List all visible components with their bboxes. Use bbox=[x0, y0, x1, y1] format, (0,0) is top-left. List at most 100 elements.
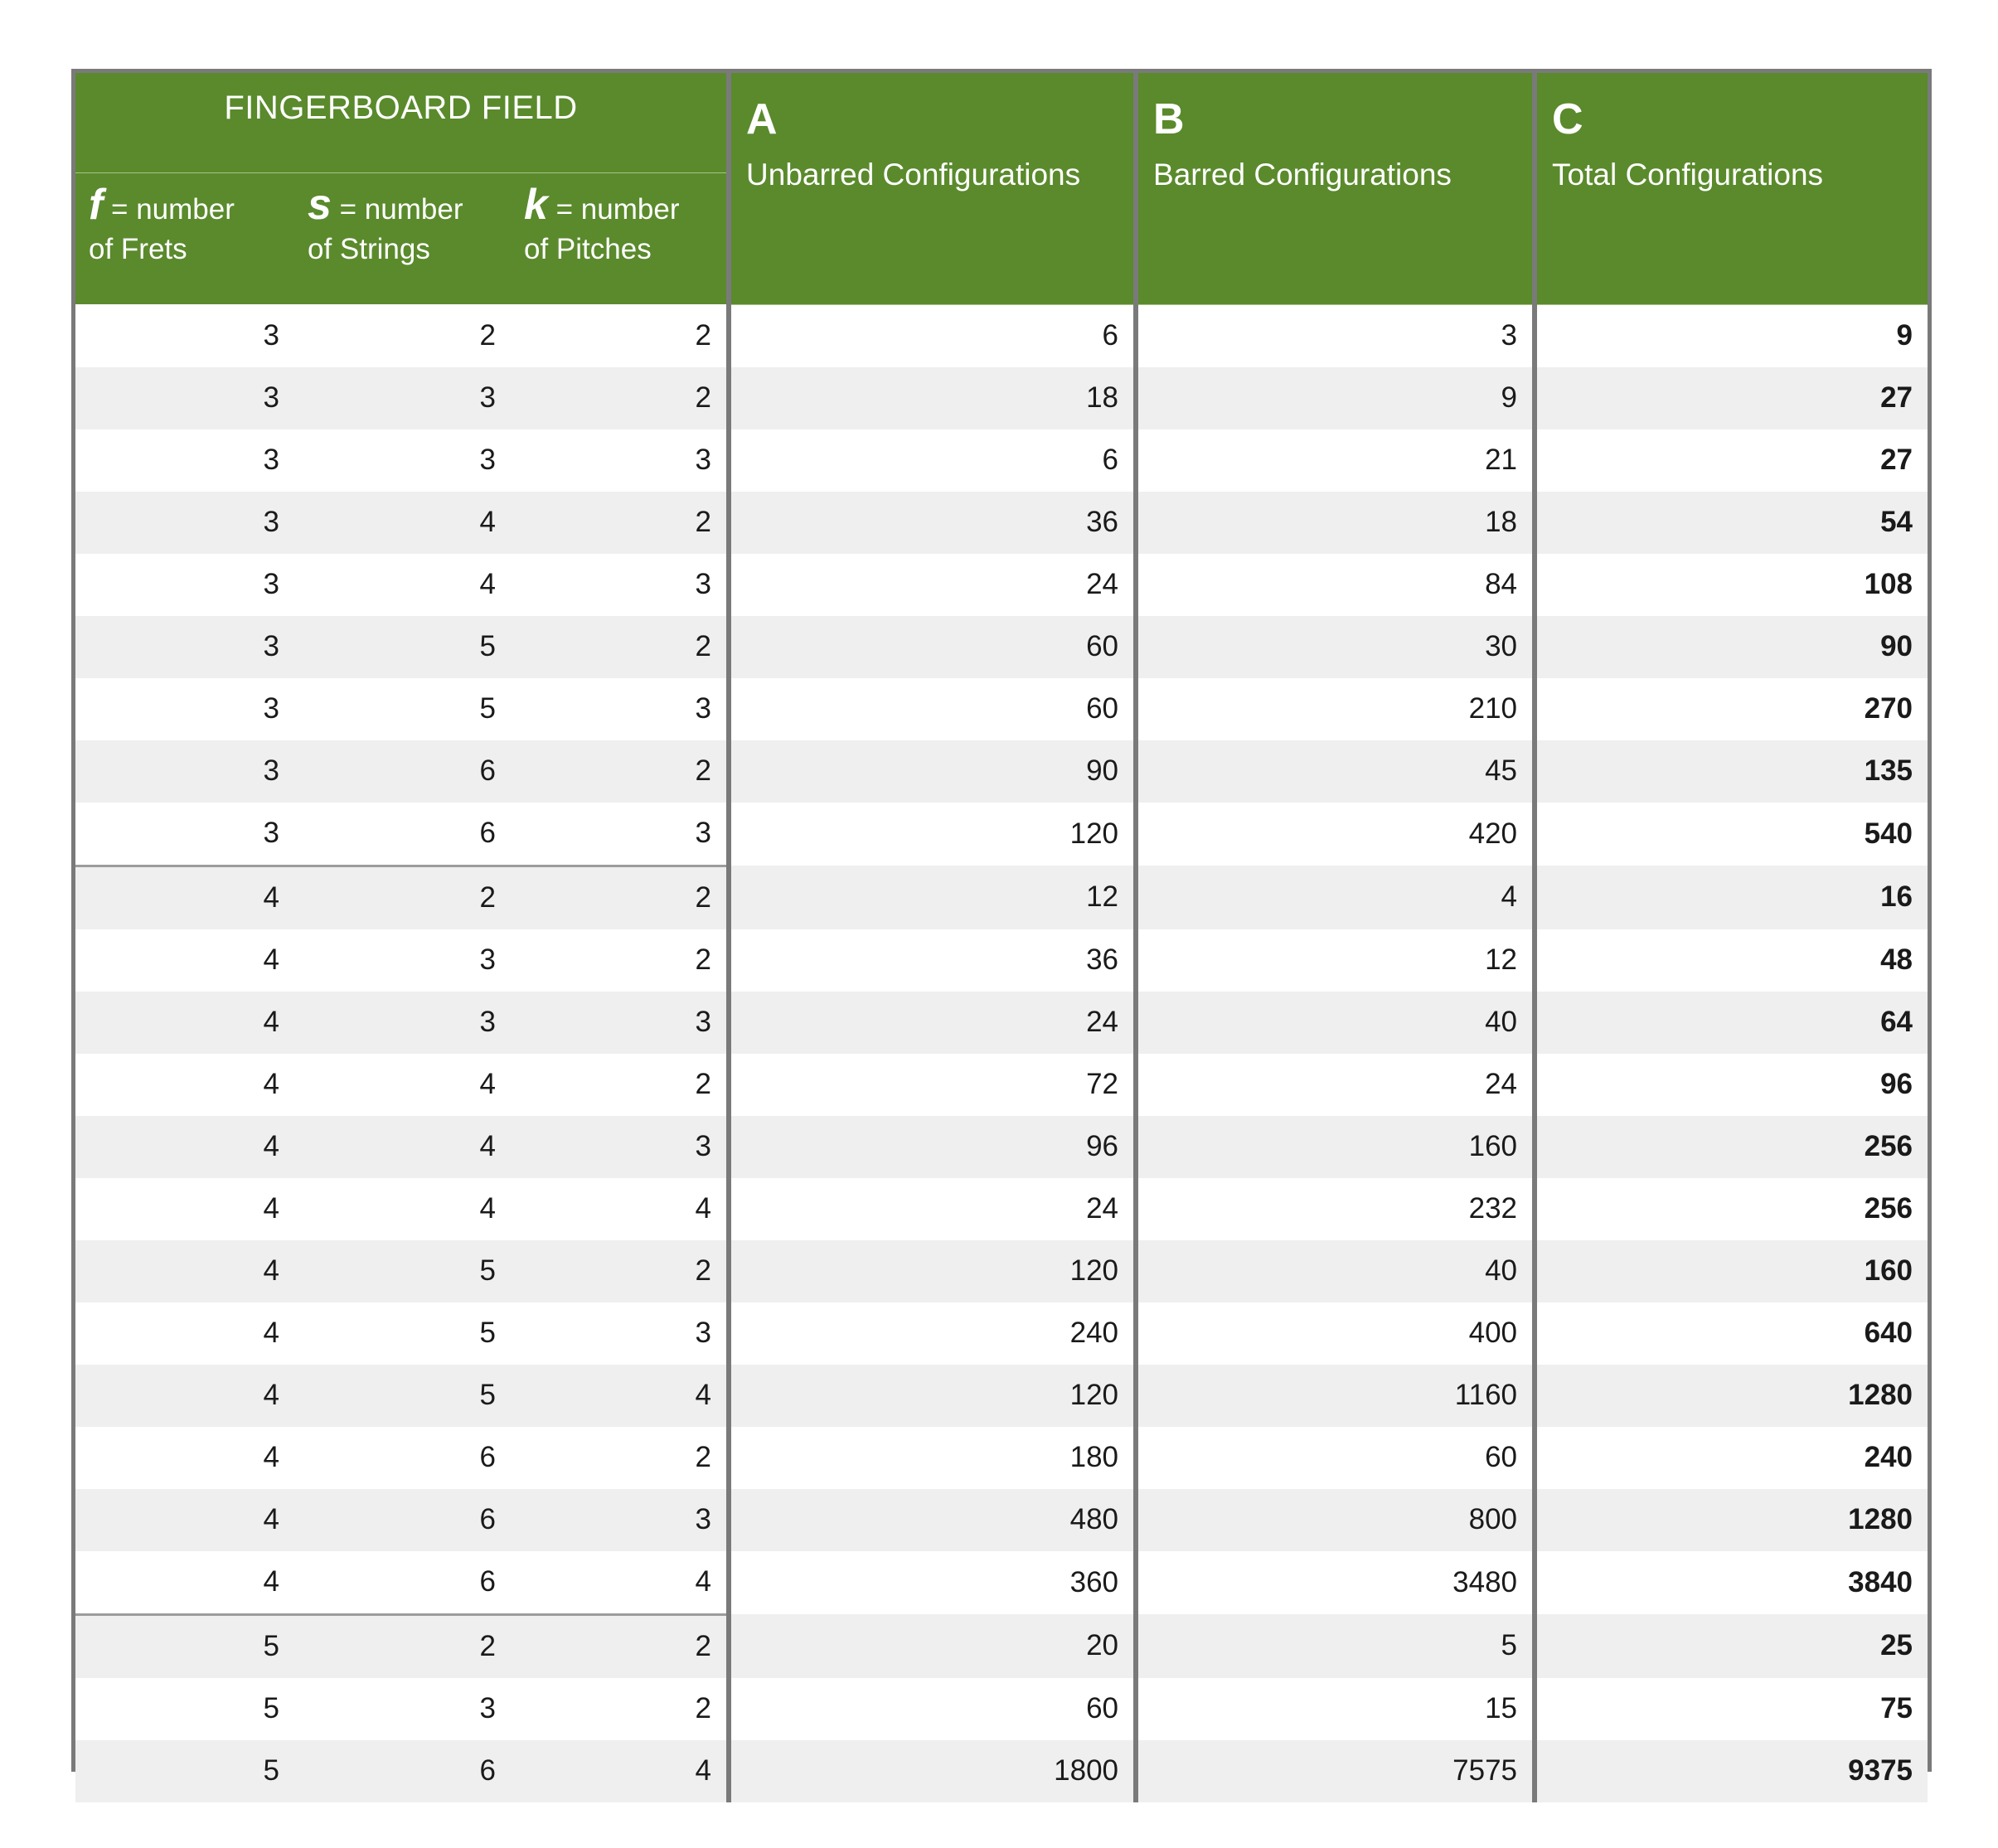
strings-cell: 6 bbox=[294, 1550, 511, 1614]
barred-cell: 18 bbox=[1133, 491, 1535, 554]
barred-cell: 7575 bbox=[1133, 1739, 1535, 1802]
strings-cell: 4 bbox=[294, 1177, 511, 1240]
table-row: 3 4 2 36 18 54 bbox=[75, 491, 1928, 554]
total-cell: 540 bbox=[1532, 802, 1928, 866]
column-a-header: A Unbarred Configurations bbox=[726, 73, 1137, 305]
barred-cell: 232 bbox=[1133, 1177, 1535, 1240]
frets-symbol: f bbox=[89, 181, 104, 229]
pitches-cell: 4 bbox=[511, 1550, 730, 1614]
column-c-header: C Total Configurations bbox=[1532, 73, 1928, 305]
pitches-cell: 4 bbox=[511, 1177, 730, 1240]
frets-cell: 5 bbox=[75, 1739, 294, 1802]
table-row: 4 3 3 24 40 64 bbox=[75, 991, 1928, 1054]
unbarred-cell: 12 bbox=[726, 866, 1137, 929]
unbarred-cell: 120 bbox=[726, 1239, 1137, 1302]
frets-cell: 3 bbox=[75, 366, 294, 429]
unbarred-cell: 72 bbox=[726, 1053, 1137, 1116]
barred-cell: 210 bbox=[1133, 677, 1535, 740]
unbarred-cell: 90 bbox=[726, 740, 1137, 803]
pitches-cell: 2 bbox=[511, 491, 730, 554]
strings-cell: 6 bbox=[294, 1739, 511, 1802]
total-cell: 1280 bbox=[1532, 1364, 1928, 1427]
strings-symbol: s bbox=[308, 181, 332, 229]
table-row: 5 3 2 60 15 75 bbox=[75, 1677, 1928, 1740]
barred-cell: 4 bbox=[1133, 866, 1535, 929]
pitches-cell: 2 bbox=[511, 1053, 730, 1116]
total-cell: 9 bbox=[1532, 304, 1928, 367]
strings-cell: 5 bbox=[294, 1302, 511, 1365]
pitches-header: k = number of Pitches bbox=[511, 172, 730, 304]
barred-cell: 5 bbox=[1133, 1614, 1535, 1678]
unbarred-cell: 60 bbox=[726, 615, 1137, 678]
unbarred-cell: 36 bbox=[726, 929, 1137, 992]
barred-cell: 3 bbox=[1133, 304, 1535, 367]
table-row: 4 4 2 72 24 96 bbox=[75, 1053, 1928, 1116]
pitches-cell: 3 bbox=[511, 1115, 730, 1178]
frets-cell: 3 bbox=[75, 740, 294, 803]
total-cell: 1280 bbox=[1532, 1488, 1928, 1551]
pitches-cell: 4 bbox=[511, 1739, 730, 1802]
unbarred-cell: 24 bbox=[726, 553, 1137, 616]
unbarred-cell: 360 bbox=[726, 1550, 1137, 1614]
frets-cell: 4 bbox=[75, 1053, 294, 1116]
unbarred-cell: 60 bbox=[726, 677, 1137, 740]
strings-cell: 6 bbox=[294, 1426, 511, 1489]
strings-cell: 5 bbox=[294, 677, 511, 740]
strings-cell: 3 bbox=[294, 929, 511, 992]
frets-cell: 3 bbox=[75, 615, 294, 678]
table-row: 322639 bbox=[75, 304, 1928, 367]
table-row: 4 3 2 36 12 48 bbox=[75, 929, 1928, 992]
pitches-symbol: k bbox=[524, 181, 548, 229]
unbarred-cell: 24 bbox=[726, 1177, 1137, 1240]
pitches-cell: 3 bbox=[511, 429, 730, 492]
unbarred-cell: 180 bbox=[726, 1426, 1137, 1489]
pitches-header-line1: = number bbox=[547, 193, 680, 226]
table-row: 3 3 2 18 9 27 bbox=[75, 366, 1928, 429]
total-cell: 640 bbox=[1532, 1302, 1928, 1365]
configurations-grid: FINGERBOARD FIELD A Unbarred Configurati… bbox=[75, 73, 1928, 1802]
frets-cell: 3 bbox=[75, 429, 294, 492]
barred-cell: 9 bbox=[1133, 366, 1535, 429]
pitches-header-line2: of Pitches bbox=[524, 233, 652, 265]
frets-cell: 5 bbox=[75, 1613, 294, 1678]
table-row: 4 5 3 240 400 640 bbox=[75, 1302, 1928, 1365]
barred-cell: 21 bbox=[1133, 429, 1535, 492]
strings-cell: 3 bbox=[294, 366, 511, 429]
pitches-cell: 3 bbox=[511, 677, 730, 740]
strings-cell: 4 bbox=[294, 491, 511, 554]
pitches-cell: 2 bbox=[511, 1613, 730, 1678]
column-b-letter: B bbox=[1153, 95, 1185, 143]
unbarred-cell: 18 bbox=[726, 366, 1137, 429]
pitches-cell: 2 bbox=[511, 1239, 730, 1302]
strings-cell: 4 bbox=[294, 1053, 511, 1116]
frets-cell: 3 bbox=[75, 491, 294, 554]
frets-header: f = number of Frets bbox=[75, 172, 294, 304]
pitches-cell: 2 bbox=[511, 366, 730, 429]
strings-cell: 4 bbox=[294, 553, 511, 616]
total-cell: 48 bbox=[1532, 929, 1928, 992]
pitches-cell: 2 bbox=[511, 929, 730, 992]
barred-cell: 15 bbox=[1133, 1677, 1535, 1740]
barred-cell: 420 bbox=[1133, 802, 1535, 866]
strings-cell: 6 bbox=[294, 802, 511, 866]
table-row: 3 6 3 120 420 540 bbox=[75, 802, 1928, 866]
table-row: 3 3 3 6 21 27 bbox=[75, 429, 1928, 492]
total-cell: 160 bbox=[1532, 1239, 1928, 1302]
table-row: 3 5 3 60 210 270 bbox=[75, 677, 1928, 740]
fingerboard-field-title: FINGERBOARD FIELD bbox=[75, 73, 730, 173]
table-row: 4 6 3 480 800 1280 bbox=[75, 1488, 1928, 1551]
strings-cell: 6 bbox=[294, 740, 511, 803]
barred-cell: 24 bbox=[1133, 1053, 1535, 1116]
column-b-label: Barred Configurations bbox=[1153, 158, 1452, 192]
frets-cell: 3 bbox=[75, 304, 294, 367]
frets-cell: 5 bbox=[75, 1677, 294, 1740]
table-body: 3 2 2 6 3 9 3 3 2 18 9 27 3 3 3 6 21 27 3 4 2 36 18 54 3 4 3 24 84 10… bbox=[75, 304, 1928, 1802]
barred-cell: 1160 bbox=[1133, 1364, 1535, 1427]
frets-cell: 4 bbox=[75, 1550, 294, 1614]
barred-cell: 45 bbox=[1133, 740, 1535, 803]
total-cell: 16 bbox=[1532, 866, 1928, 929]
table-row: 4 6 2 180 60 240 bbox=[75, 1426, 1928, 1489]
table-row: 4 6 4 360 3480 3840 bbox=[75, 1550, 1928, 1614]
pitches-cell: 2 bbox=[511, 304, 730, 367]
barred-cell: 400 bbox=[1133, 1302, 1535, 1365]
